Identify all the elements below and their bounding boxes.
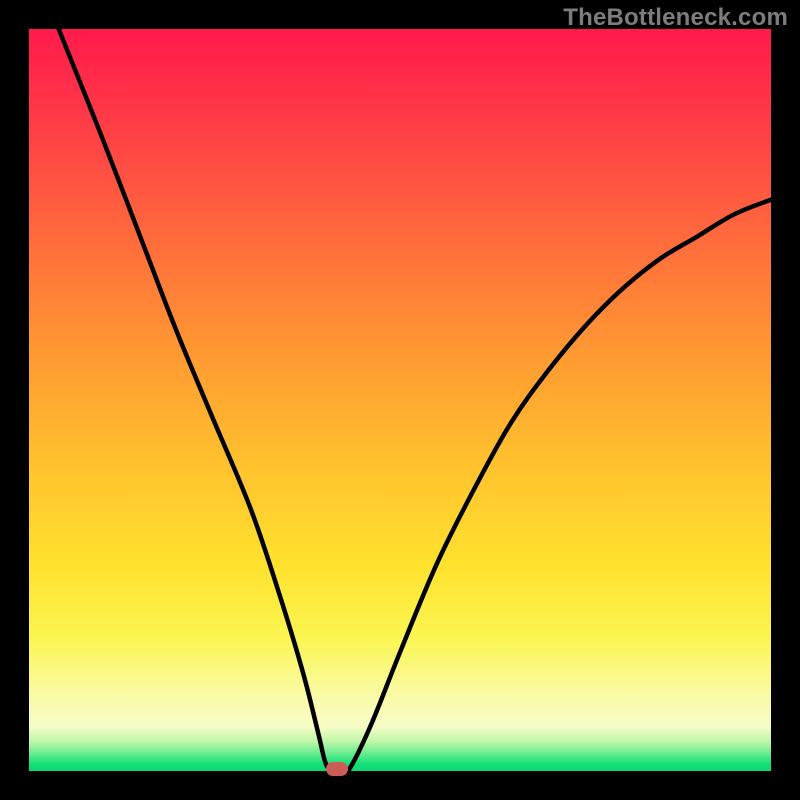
plot-area bbox=[29, 29, 771, 771]
bottleneck-curve bbox=[29, 29, 771, 771]
watermark-text: TheBottleneck.com bbox=[563, 4, 788, 32]
optimal-point-marker bbox=[326, 762, 348, 776]
chart-frame: TheBottleneck.com bbox=[0, 0, 800, 800]
